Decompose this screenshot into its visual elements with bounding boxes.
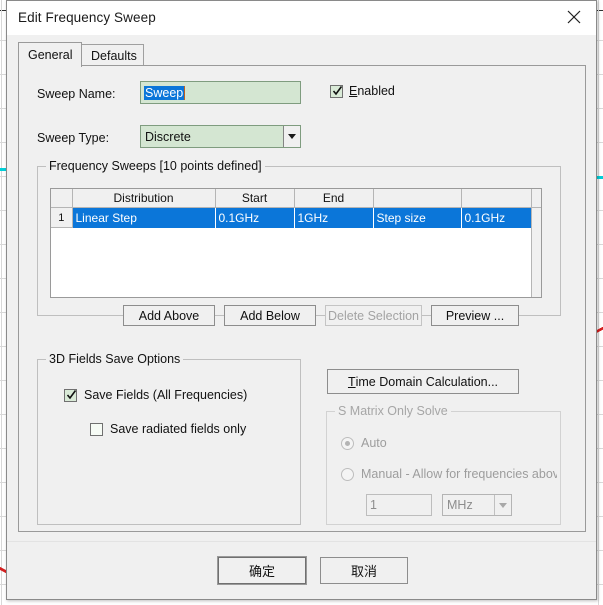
sweep-type-value: Discrete	[145, 129, 191, 144]
add-above-button[interactable]: Add Above	[123, 305, 215, 326]
sweep-type-combobox[interactable]: Discrete	[140, 125, 301, 148]
frequency-sweeps-group-title: Frequency Sweeps [10 points defined]	[46, 159, 265, 173]
column-header-distribution[interactable]: Distribution	[72, 189, 216, 208]
enabled-checkbox[interactable]	[330, 85, 343, 98]
cell-start[interactable]: 0.1GHz	[215, 207, 295, 228]
tab-bar: General Defaults	[18, 42, 596, 67]
cell-distribution[interactable]: Linear Step	[72, 207, 216, 228]
chevron-down-icon	[494, 495, 511, 515]
sweep-name-label: Sweep Name:	[37, 87, 116, 101]
enabled-label-rest: nabled	[357, 84, 395, 98]
sweep-type-label: Sweep Type:	[37, 131, 110, 145]
dialog-footer: 确定 取消	[7, 541, 596, 599]
table-right-rail-header[interactable]	[531, 189, 541, 208]
check-icon	[332, 86, 343, 96]
close-icon[interactable]	[551, 1, 596, 33]
chevron-down-icon[interactable]	[283, 126, 300, 147]
enabled-label: Enabled	[349, 84, 395, 98]
manual-radio-label: Manual - Allow for frequencies abov	[361, 467, 557, 481]
delete-selection-button: Delete Selection	[325, 305, 422, 326]
manual-frequency-unit-combobox: MHz	[442, 494, 512, 516]
time-domain-calculation-button[interactable]: Time Domain Calculation...	[327, 369, 519, 394]
tab-defaults-label: Defaults	[91, 49, 137, 63]
footer-separator	[7, 541, 596, 542]
preview-button[interactable]: Preview ...	[431, 305, 519, 326]
auto-radio-label: Auto	[361, 436, 387, 450]
save-fields-checkbox[interactable]	[64, 389, 77, 402]
dialog-title: Edit Frequency Sweep	[18, 10, 156, 25]
s-matrix-group-title: S Matrix Only Solve	[335, 404, 451, 418]
cancel-button[interactable]: 取消	[320, 557, 408, 584]
ok-button[interactable]: 确定	[218, 557, 306, 584]
fields-save-options-group-title: 3D Fields Save Options	[46, 352, 184, 366]
time-domain-accel-char: T	[347, 374, 356, 389]
frequency-sweeps-table[interactable]: Distribution Start End 1 Linear Step 0.1…	[50, 188, 542, 298]
column-header-end[interactable]: End	[294, 189, 374, 208]
frequency-sweeps-group: Frequency Sweeps [10 points defined] Dis…	[37, 159, 561, 326]
sweep-name-value: Sweep	[144, 85, 185, 100]
text-caret	[184, 85, 186, 100]
table-row[interactable]: 1 Linear Step 0.1GHz 1GHz Step size 0.1G…	[51, 207, 541, 228]
table-header-row: Distribution Start End	[51, 189, 541, 208]
save-radiated-fields-label: Save radiated fields only	[110, 422, 247, 436]
backdrop-gridline	[1, 0, 2, 605]
column-header-start[interactable]: Start	[215, 189, 295, 208]
cell-step-value[interactable]: 0.1GHz	[461, 207, 541, 228]
backdrop-gridline	[598, 0, 599, 605]
s-matrix-only-solve-group: S Matrix Only Solve Auto Manual - Allow …	[326, 404, 561, 525]
cell-step-label[interactable]: Step size	[373, 207, 462, 228]
tab-page-general: Sweep Name: Sweep Enabled Sweep Type: Di…	[18, 65, 586, 532]
dialog-titlebar: Edit Frequency Sweep	[7, 1, 596, 35]
check-icon	[66, 390, 77, 400]
save-radiated-fields-checkbox[interactable]	[90, 423, 103, 436]
cell-end[interactable]: 1GHz	[294, 207, 374, 228]
row-number: 1	[51, 207, 73, 228]
add-below-button[interactable]: Add Below	[224, 305, 316, 326]
column-header-extra-2[interactable]	[461, 189, 541, 208]
fields-save-options-group: 3D Fields Save Options Save Fields (All …	[37, 352, 301, 525]
tab-defaults[interactable]: Defaults	[81, 44, 144, 66]
manual-radio	[341, 468, 354, 481]
manual-frequency-unit-value: MHz	[447, 498, 473, 512]
column-header-rownum[interactable]	[51, 189, 73, 208]
edit-frequency-sweep-dialog: Edit Frequency Sweep General Defaults Sw…	[6, 0, 597, 600]
time-domain-label-rest: ime Domain Calculation...	[355, 374, 499, 389]
manual-frequency-input: 1	[366, 494, 432, 516]
tab-general[interactable]: General	[18, 42, 82, 67]
auto-radio	[341, 437, 354, 450]
tab-general-label: General	[28, 48, 73, 62]
column-header-extra-1[interactable]	[373, 189, 462, 208]
radio-dot	[345, 441, 350, 446]
save-fields-label: Save Fields (All Frequencies)	[84, 388, 248, 402]
sweep-name-input[interactable]: Sweep	[140, 81, 301, 104]
